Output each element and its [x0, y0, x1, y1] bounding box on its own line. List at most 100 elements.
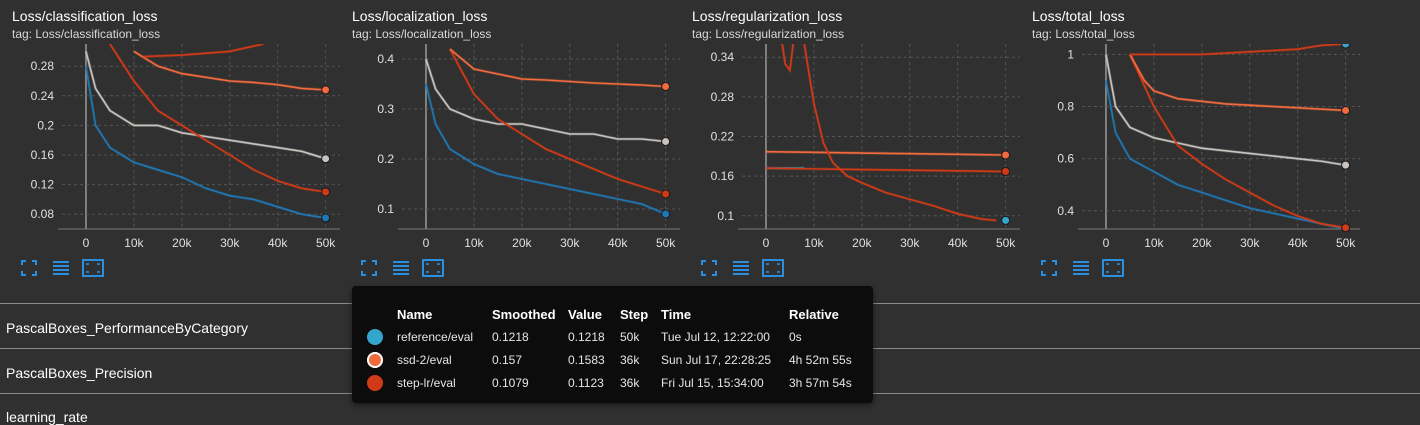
- y-tick-label: 0.8: [1057, 100, 1074, 114]
- fit-domain-icon[interactable]: [1102, 258, 1124, 278]
- y-tick-label: 0.16: [711, 169, 735, 183]
- x-tick-label: 30k: [1240, 236, 1260, 250]
- chart-plot[interactable]: 0 10k 20k 30k 40k 50k 0.1 0.2 0.3 0.4: [340, 44, 680, 254]
- run-color-dot: [367, 329, 383, 345]
- series-line: [1129, 54, 1346, 112]
- run-time: Fri Jul 15, 15:34:00: [661, 376, 764, 390]
- x-tick-label: 0: [83, 236, 90, 250]
- y-tick-label: 0.2: [377, 152, 394, 166]
- y-tick-label: 0.3: [377, 102, 394, 116]
- data-table-icon[interactable]: [1070, 258, 1092, 278]
- series-endpoint: [321, 85, 331, 95]
- series-line-raw: [84, 51, 327, 161]
- chart-title: Loss/regularization_loss: [692, 8, 843, 24]
- run-relative: 0s: [789, 330, 802, 344]
- series-endpoint: [321, 187, 331, 197]
- chart-tag: tag: Loss/classification_loss: [12, 27, 161, 41]
- y-tick-label: 1: [1067, 47, 1074, 61]
- x-tick-label: 0: [423, 236, 430, 250]
- fit-domain-icon[interactable]: [762, 258, 784, 278]
- run-color-dot: [367, 375, 383, 391]
- series-endpoint: [1001, 167, 1011, 177]
- x-tick-label: 50k: [1336, 236, 1356, 250]
- run-relative: 3h 57m 54s: [789, 376, 852, 390]
- fullscreen-icon[interactable]: [1038, 258, 1060, 278]
- x-tick-label: 30k: [220, 236, 240, 250]
- run-step: 36k: [620, 353, 640, 367]
- x-tick-label: 40k: [268, 236, 288, 250]
- fullscreen-icon[interactable]: [698, 258, 720, 278]
- run-step: 50k: [620, 330, 640, 344]
- header-value: Value: [568, 307, 602, 322]
- series-endpoint: [661, 137, 671, 146]
- series-endpoint: [661, 82, 671, 91]
- series-endpoint: [1001, 215, 1011, 225]
- y-tick-label: 0.22: [711, 130, 735, 144]
- fit-domain-icon[interactable]: [422, 258, 444, 278]
- series-endpoint: [661, 189, 671, 199]
- run-smoothed: 0.1079: [492, 376, 529, 390]
- x-tick-label: 50k: [656, 236, 676, 250]
- y-tick-label: 0.4: [1057, 204, 1074, 218]
- chart-card: Loss/total_loss tag: Loss/total_loss 0 1 0…: [1020, 0, 1360, 290]
- data-table-icon[interactable]: [730, 258, 752, 278]
- x-tick-label: 50k: [316, 236, 336, 250]
- fullscreen-icon[interactable]: [18, 258, 40, 278]
- header-relative: Relative: [789, 307, 839, 322]
- y-tick-label: 0.1: [717, 209, 734, 223]
- data-table-icon[interactable]: [50, 258, 72, 278]
- y-tick-label: 0.1: [377, 202, 394, 216]
- y-tick-label: 0.08: [31, 207, 55, 221]
- section-pascalboxes-performance[interactable]: PascalBoxes_PerformanceByCategory: [6, 320, 248, 336]
- series-line-raw: [1128, 53, 1346, 112]
- header-name: Name: [397, 307, 433, 322]
- x-tick-label: 20k: [1192, 236, 1212, 250]
- series-endpoint: [1341, 160, 1351, 170]
- chart-card: Loss/localization_loss tag: Loss/localiz…: [340, 0, 680, 290]
- chart-plot[interactable]: 0 10k 20k 30k 40k 50k 0.08 0.12 0.16 0.2 0.24 0.28: [0, 44, 340, 254]
- y-tick-label: 0.16: [31, 148, 55, 162]
- x-tick-label: 50k: [996, 236, 1016, 250]
- y-tick-label: 0.6: [1057, 152, 1074, 166]
- chart-card: Loss/classification_loss tag: Loss/class…: [0, 0, 340, 290]
- x-tick-label: 20k: [512, 236, 532, 250]
- run-name: step-lr/eval: [397, 376, 456, 390]
- run-name: reference/eval: [397, 330, 474, 344]
- run-color-dot: [367, 352, 383, 368]
- header-time: Time: [661, 307, 692, 322]
- data-table-icon[interactable]: [390, 258, 412, 278]
- x-tick-label: 10k: [124, 236, 144, 250]
- y-tick-label: 0.2: [37, 118, 54, 132]
- x-tick-label: 0: [1103, 236, 1110, 250]
- y-tick-label: 0.28: [711, 90, 735, 104]
- x-tick-label: 40k: [608, 236, 628, 250]
- series-endpoint: [1341, 44, 1351, 49]
- chart-plot[interactable]: 0 10k 20k 30k 40k 50k 0.1 0.16 0.22 0.28 0.34: [680, 44, 1020, 254]
- section-pascalboxes-precision[interactable]: PascalBoxes_Precision: [6, 365, 152, 381]
- x-tick-label: 30k: [560, 236, 580, 250]
- chart-plot[interactable]: 0 10k 20k 30k 40k 50k 0.4 0.6 0.8 1: [1020, 44, 1360, 254]
- run-time: Sun Jul 17, 22:28:25: [661, 353, 772, 367]
- x-tick-label: 40k: [1288, 236, 1308, 250]
- series-line: [449, 48, 666, 88]
- chart-card: Loss/regularization_loss tag: Loss/regul…: [680, 0, 1020, 290]
- chart-title: Loss/total_loss: [1032, 8, 1125, 24]
- x-tick-label: 0: [763, 236, 770, 250]
- y-tick-label: 0.4: [377, 52, 394, 66]
- y-tick-label: 0.24: [31, 89, 55, 103]
- y-tick-label: 0.12: [31, 178, 55, 192]
- fit-domain-icon[interactable]: [82, 258, 104, 278]
- x-tick-label: 40k: [948, 236, 968, 250]
- hover-tooltip: Name Smoothed Value Step Time Relative r…: [352, 286, 873, 403]
- run-relative: 4h 52m 55s: [789, 353, 852, 367]
- x-tick-label: 20k: [852, 236, 872, 250]
- run-smoothed: 0.1218: [492, 330, 529, 344]
- chart-tag: tag: Loss/total_loss: [1032, 27, 1135, 41]
- x-tick-label: 20k: [172, 236, 192, 250]
- series-line: [85, 66, 326, 219]
- fullscreen-icon[interactable]: [358, 258, 380, 278]
- series-endpoint: [1341, 223, 1351, 233]
- run-value: 0.1123: [568, 376, 604, 390]
- series-line-raw: [84, 65, 326, 220]
- run-time: Tue Jul 12, 12:22:00: [661, 330, 770, 344]
